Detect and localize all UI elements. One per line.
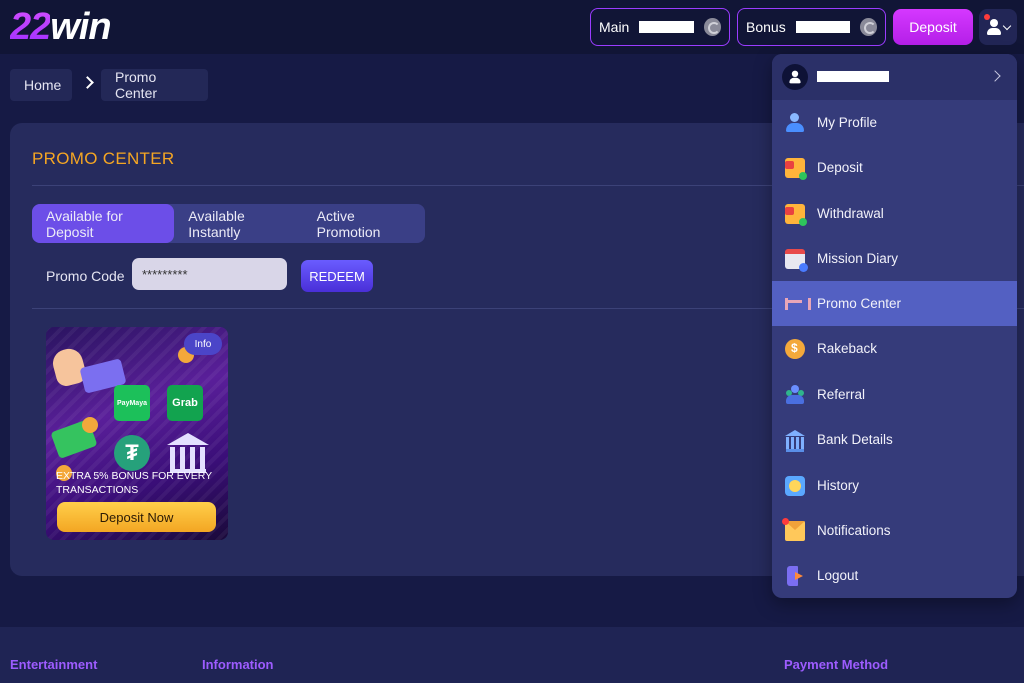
breadcrumb-current: Promo Center	[101, 69, 208, 101]
breadcrumb-home[interactable]: Home	[10, 69, 72, 101]
chevron-right-icon	[81, 76, 94, 89]
tab-available-instantly[interactable]: Available Instantly	[174, 204, 302, 243]
menu-item-label: Referral	[817, 387, 866, 402]
promo-code-label: Promo Code	[46, 268, 125, 284]
menu-item-bank-details[interactable]: Bank Details	[772, 417, 1017, 462]
coin-icon	[785, 338, 805, 359]
menu-item-mission-diary[interactable]: Mission Diary	[772, 236, 1017, 281]
main-balance[interactable]: Main	[590, 8, 730, 46]
history-icon	[785, 475, 805, 496]
footer-heading-entertainment: Entertainment	[10, 657, 98, 672]
logout-icon	[787, 565, 803, 586]
footer-heading-information: Information	[202, 657, 274, 672]
deposit-wallet-icon	[785, 157, 807, 180]
menu-item-label: Deposit	[817, 160, 863, 175]
bonus-balance[interactable]: Bonus	[737, 8, 886, 46]
paymaya-logo: PayMaya	[114, 385, 150, 421]
bank-icon	[785, 429, 805, 452]
grab-logo: Grab	[167, 385, 203, 421]
main-balance-label: Main	[599, 19, 630, 35]
refresh-icon[interactable]	[859, 18, 877, 36]
dropdown-user-header[interactable]	[772, 54, 1017, 100]
menu-item-rakeback[interactable]: Rakeback	[772, 326, 1017, 371]
username-masked	[817, 71, 889, 82]
header-deposit-button[interactable]: Deposit	[893, 9, 973, 45]
menu-item-label: History	[817, 478, 860, 493]
menu-item-label: Withdrawal	[817, 206, 884, 221]
notification-dot	[984, 14, 990, 20]
menu-item-label: Mission Diary	[817, 251, 899, 266]
menu-item-label: Logout	[817, 568, 859, 583]
menu-item-withdrawal[interactable]: Withdrawal	[772, 191, 1017, 236]
promo-card[interactable]: PayMaya Grab ₮ Info EXTRA 5% BONUS FOR E…	[46, 327, 228, 540]
menu-item-label: Bank Details	[817, 432, 893, 447]
avatar-icon	[986, 19, 1002, 35]
deposit-now-button[interactable]: Deposit Now	[57, 502, 216, 532]
avatar	[782, 64, 808, 90]
referral-icon	[785, 384, 805, 405]
footer-heading-payment-method: Payment Method	[784, 657, 889, 672]
main-balance-value-masked	[639, 21, 694, 33]
menu-item-deposit[interactable]: Deposit	[772, 145, 1017, 190]
logo-word: win	[50, 5, 111, 48]
withdrawal-wallet-icon	[785, 203, 807, 226]
refresh-icon[interactable]	[703, 18, 721, 36]
notification-icon	[782, 517, 805, 541]
profile-icon	[785, 112, 805, 133]
promo-icon	[785, 294, 811, 314]
user-dropdown-menu: My Profile Deposit Withdrawal Mission Di…	[772, 54, 1017, 598]
page-title: PROMO CENTER	[32, 149, 175, 168]
menu-item-referral[interactable]: Referral	[772, 372, 1017, 417]
coin-icon	[82, 417, 98, 433]
tab-active-promotion[interactable]: Active Promotion	[303, 204, 425, 243]
footer	[0, 627, 1024, 683]
redeem-button[interactable]: REDEEM	[301, 260, 373, 292]
bank-icon	[167, 433, 209, 473]
menu-item-label: Notifications	[817, 523, 891, 538]
avatar-icon	[789, 70, 802, 84]
promo-card-text: EXTRA 5% BONUS FOR EVERY TRANSACTIONS	[56, 470, 212, 496]
chevron-down-icon	[1002, 21, 1012, 30]
menu-item-logout[interactable]: Logout	[772, 553, 1017, 598]
menu-item-notifications[interactable]: Notifications	[772, 508, 1017, 553]
promo-code-input[interactable]	[132, 258, 287, 290]
tether-icon: ₮	[114, 435, 150, 471]
info-button[interactable]: Info	[184, 333, 222, 355]
logo-number: 22	[10, 5, 51, 48]
menu-item-label: My Profile	[817, 115, 878, 130]
promo-tabs: Available for Deposit Available Instantl…	[32, 204, 425, 243]
calendar-icon	[785, 248, 808, 272]
bonus-balance-label: Bonus	[746, 19, 786, 35]
menu-item-label: Promo Center	[817, 296, 902, 311]
bonus-balance-value-masked	[795, 21, 850, 33]
tab-available-for-deposit[interactable]: Available for Deposit	[32, 204, 175, 243]
menu-item-my-profile[interactable]: My Profile	[772, 100, 1017, 145]
menu-item-label: Rakeback	[817, 341, 878, 356]
logo[interactable]: 22 win	[10, 5, 112, 48]
menu-item-history[interactable]: History	[772, 463, 1017, 508]
chevron-right-icon	[989, 70, 1001, 82]
menu-item-promo-center[interactable]: Promo Center	[772, 281, 1017, 326]
